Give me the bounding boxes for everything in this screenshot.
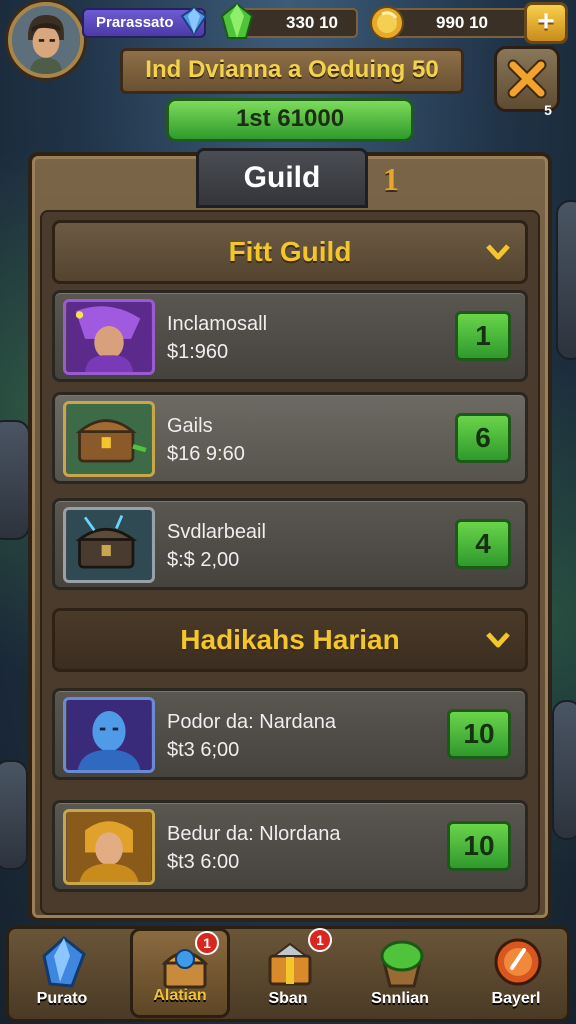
item-quantity-button[interactable]: 1 (455, 311, 511, 361)
nav-label: Snnlian (371, 990, 429, 1007)
item-title: Gails (167, 415, 213, 437)
item-price: $1:960 (167, 341, 229, 363)
list-item[interactable]: Bedur da: Nlordana $t3 6:00 10 (52, 800, 528, 892)
item-thumbnail (63, 401, 155, 477)
item-quantity-button[interactable]: 10 (447, 709, 511, 759)
nav-item-snnlian[interactable]: Snnlian (350, 928, 450, 1018)
tab-count: 1 (383, 161, 399, 197)
nav-item-sban[interactable]: 1 Sban (238, 928, 338, 1018)
dark-chest-icon (66, 510, 152, 580)
item-thumbnail (63, 507, 155, 583)
background-rock (0, 420, 30, 540)
list-item[interactable]: Inclamosall $1:960 1 (52, 290, 528, 382)
item-quantity-button[interactable]: 10 (447, 821, 511, 871)
golden-hero-icon (66, 812, 152, 882)
section-header-hadikahs-harian[interactable]: Hadikahs Harian (52, 608, 528, 672)
event-title-banner: Ind Dvianna a Oeduing 50 (120, 48, 464, 94)
item-thumbnail (63, 809, 155, 885)
item-title: Svdlarbeail (167, 521, 266, 543)
section-header-fitt-guild[interactable]: Fitt Guild (52, 220, 528, 284)
notification-badge: 1 (308, 928, 332, 952)
list-item[interactable]: Svdlarbeail $:$ 2,00 4 (52, 498, 528, 590)
item-title: Bedur da: Nlordana (167, 823, 341, 845)
blue-warrior-icon (66, 700, 152, 770)
item-quantity-button[interactable]: 4 (455, 519, 511, 569)
background-rock (0, 760, 28, 870)
close-icon (507, 59, 547, 99)
item-price: $t3 6;00 (167, 739, 240, 761)
notification-badge: 1 (195, 931, 219, 955)
close-badge: 5 (544, 102, 552, 118)
item-price: $16 9:60 (167, 443, 245, 465)
item-price: $t3 6:00 (167, 851, 240, 873)
chevron-down-icon (486, 632, 510, 648)
nav-label: Bayerl (491, 990, 541, 1007)
tab-guild[interactable]: Guild (196, 148, 368, 208)
treasure-chest-icon (66, 404, 152, 474)
nav-item-alatian[interactable]: 1 Alatian (130, 928, 230, 1018)
section-title: Fitt Guild (228, 236, 352, 267)
green-pot-icon (380, 940, 424, 988)
event-rank-pill[interactable]: 1st 61000 (166, 98, 414, 142)
background-rock (552, 700, 576, 840)
nav-label: Sban (268, 990, 308, 1007)
background-rock (556, 200, 576, 360)
list-item[interactable]: Podor da: Nardana $t3 6;00 10 (52, 688, 528, 780)
gold-coin-icon (370, 6, 404, 40)
section-title: Hadikahs Harian (180, 624, 400, 655)
nav-label: Alatian (153, 987, 207, 1004)
nav-item-purato[interactable]: Purato (12, 928, 112, 1018)
chevron-down-icon (486, 244, 510, 260)
blue-crystal-icon (42, 936, 86, 988)
item-quantity-button[interactable]: 6 (455, 413, 511, 463)
coin-resource-value: 990 10 (436, 13, 488, 32)
item-title: Inclamosall (167, 313, 268, 335)
player-avatar[interactable] (8, 2, 84, 78)
item-title: Podor da: Nardana (167, 711, 337, 733)
item-thumbnail (63, 697, 155, 773)
nav-item-bayerl[interactable]: Bayerl (466, 928, 566, 1018)
item-thumbnail (63, 299, 155, 375)
add-currency-button[interactable]: + (524, 2, 568, 44)
rank-gem-icon (180, 6, 208, 36)
hero-portrait-icon (12, 6, 80, 74)
gem-resource-value: 330 10 (286, 13, 338, 32)
green-gem-icon (220, 2, 254, 39)
nav-label: Purato (36, 990, 88, 1007)
list-item[interactable]: Gails $16 9:60 6 (52, 392, 528, 484)
orange-emblem-icon (494, 938, 542, 986)
item-price: $:$ 2,00 (167, 549, 240, 571)
purple-hero-icon (66, 302, 152, 372)
